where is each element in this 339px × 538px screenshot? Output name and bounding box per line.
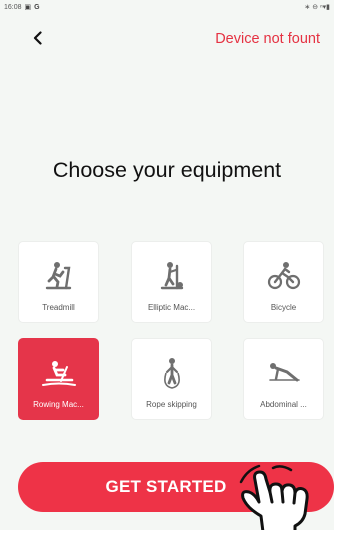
equipment-tile-elliptic[interactable]: Elliptic Mac... <box>131 241 212 323</box>
equipment-grid: Treadmill Elliptic Mac... Bicycle Rowing… <box>0 0 334 538</box>
abdominal-icon <box>266 355 302 391</box>
equipment-tile-bicycle[interactable]: Bicycle <box>243 241 324 323</box>
equipment-label: Abdominal ... <box>260 400 307 409</box>
equipment-tile-rope-skipping[interactable]: Rope skipping <box>131 338 212 420</box>
bicycle-icon <box>266 258 302 294</box>
equipment-label: Rope skipping <box>146 400 197 409</box>
pointing-hand-icon <box>233 462 333 534</box>
app-screen: 16:08 ▣ G ∗ ⊖ ⁿ▾▮ Device not fount Choos… <box>0 0 339 538</box>
equipment-label: Treadmill <box>42 303 75 312</box>
get-started-label: GET STARTED <box>105 477 227 496</box>
equipment-tile-rowing[interactable]: Rowing Mac... <box>18 338 99 420</box>
equipment-label: Elliptic Mac... <box>147 303 196 312</box>
rope-skipping-icon <box>154 355 190 391</box>
treadmill-icon <box>41 258 77 294</box>
bottom-edge <box>0 530 334 538</box>
equipment-label: Bicycle <box>270 303 297 312</box>
rowing-machine-icon <box>41 355 77 391</box>
equipment-label: Rowing Mac... <box>33 400 84 409</box>
elliptic-machine-icon <box>154 258 190 294</box>
equipment-tile-abdominal[interactable]: Abdominal ... <box>243 338 324 420</box>
equipment-tile-treadmill[interactable]: Treadmill <box>18 241 99 323</box>
